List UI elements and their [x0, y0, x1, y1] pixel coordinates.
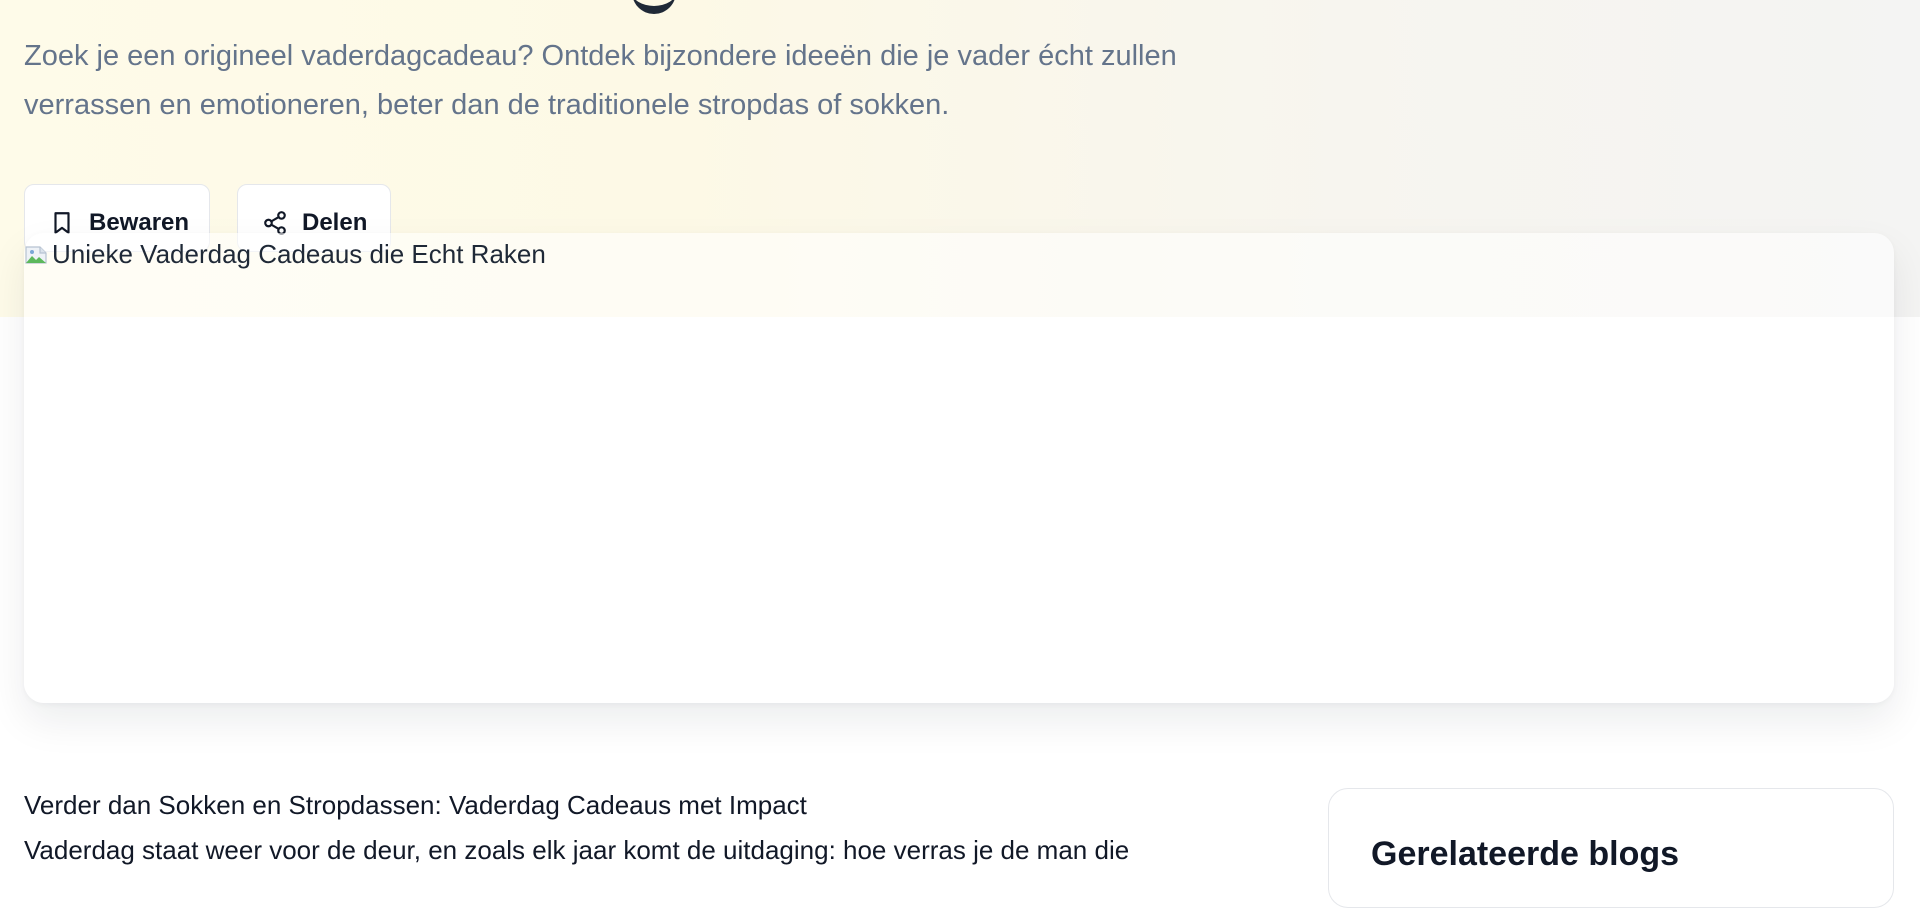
- subtitle-line-1: Zoek je een origineel vaderdagcadeau? On…: [24, 40, 1177, 72]
- featured-image-card: Unieke Vaderdag Cadeaus die Echt Raken: [24, 233, 1894, 703]
- article-heading: Verder dan Sokken en Stropdassen: Vaderd…: [24, 790, 807, 820]
- featured-image: Unieke Vaderdag Cadeaus die Echt Raken: [24, 239, 546, 270]
- featured-image-area: [24, 317, 1894, 703]
- related-blogs-title: Gerelateerde blogs: [1371, 835, 1680, 873]
- broken-image-icon: [24, 243, 48, 267]
- featured-image-alt-text: Unieke Vaderdag Cadeaus die Echt Raken: [52, 239, 546, 269]
- related-blogs-card: Gerelateerde blogs: [1328, 788, 1894, 908]
- article-paragraph: Vaderdag staat weer voor de deur, en zoa…: [24, 835, 1130, 865]
- page-subtitle: Zoek je een origineel vaderdagcadeau? On…: [24, 32, 1314, 130]
- subtitle-line-2: verrassen en emotioneren, beter dan de t…: [24, 89, 950, 121]
